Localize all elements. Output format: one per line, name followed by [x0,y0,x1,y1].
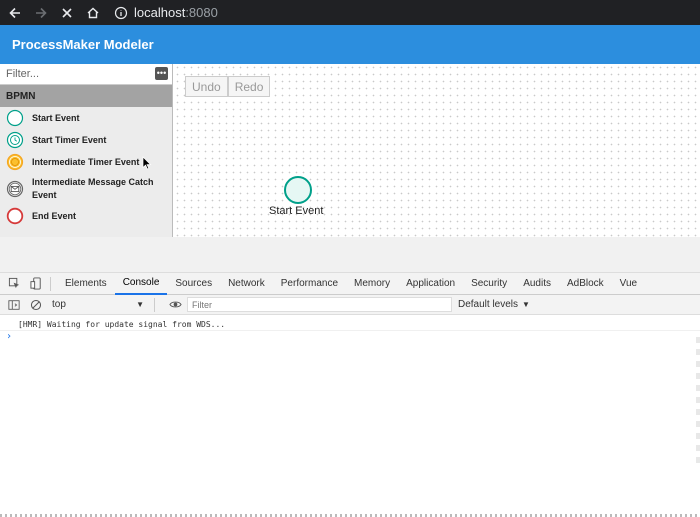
log-levels-dropdown[interactable]: Default levels ▼ [458,299,530,310]
devtools-panel: Elements Console Sources Network Perform… [0,237,700,517]
start-timer-event-icon [6,131,24,149]
intermediate-message-catch-event-icon [6,180,24,198]
control-item-intermediate-message-catch-event[interactable]: Intermediate Message Catch Event [0,173,172,205]
end-event-icon [6,207,24,225]
toolbar-separator [154,297,155,312]
control-item-label: Intermediate Timer Event [32,157,140,167]
clear-console-button[interactable] [28,297,44,313]
forward-button[interactable] [30,2,52,24]
control-item-label: Intermediate Message Catch Event [32,177,154,200]
tab-audits[interactable]: Audits [515,273,559,295]
console-toolbar: top ▼ Filter Default levels ▼ [0,295,700,315]
eye-icon [168,301,182,308]
tab-vue[interactable]: Vue [612,273,645,295]
filter-input[interactable] [0,64,150,84]
mouse-cursor-icon [142,156,152,170]
redo-button[interactable]: Redo [227,76,271,97]
arrow-right-icon [36,7,47,18]
live-expression-button[interactable] [167,297,183,313]
undo-redo-group: Undo Redo [185,76,271,97]
control-item-end-event[interactable]: End Event [0,205,172,227]
app-header: ProcessMaker Modeler [0,25,700,64]
tab-separator [50,276,51,291]
stop-button[interactable] [56,2,78,24]
tab-application[interactable]: Application [398,273,463,295]
clear-icon [30,299,42,310]
context-value: top [52,299,66,310]
start-event-node-label: Start Event [269,205,324,217]
app-title: ProcessMaker Modeler [12,37,154,52]
control-item-start-event[interactable]: Start Event [0,107,172,129]
filter-row: ••• [0,64,172,85]
info-icon [114,6,128,19]
url-text: localhost:8080 [134,5,218,20]
control-item-label: End Event [32,211,77,221]
devtools-divider [0,237,700,273]
devtools-tab-bar: Elements Console Sources Network Perform… [0,273,700,295]
address-bar[interactable]: localhost:8080 [114,3,218,23]
tab-adblock[interactable]: AdBlock [559,273,612,295]
console-prompt[interactable]: › [0,331,700,345]
ellipsis-icon: ••• [156,68,167,78]
sidebar-toggle-icon [8,299,20,310]
intermediate-timer-event-icon [6,153,24,171]
console-filter-input[interactable]: Filter [187,297,452,312]
tab-performance[interactable]: Performance [273,273,346,295]
start-event-icon [6,109,24,127]
control-item-label: Start Event [32,113,80,123]
dropdown-arrow-icon: ▼ [136,300,144,309]
arrow-left-icon [9,7,20,18]
console-scrollbar[interactable] [696,337,700,467]
category-label: BPMN [6,90,36,102]
control-item-label: Start Timer Event [32,135,107,145]
back-button[interactable] [4,2,26,24]
start-event-node[interactable] [284,176,312,204]
undo-button[interactable]: Undo [185,76,228,97]
tab-sources[interactable]: Sources [167,273,220,295]
log-levels-label: Default levels [458,299,519,310]
tab-memory[interactable]: Memory [346,273,398,295]
modeler-canvas[interactable]: Undo Redo Start Event [174,64,700,237]
context-selector[interactable]: top ▼ [48,297,148,313]
close-icon [62,7,72,18]
browser-toolbar: localhost:8080 [0,0,700,25]
home-icon [87,7,99,18]
tab-network[interactable]: Network [220,273,273,295]
device-icon [29,277,41,290]
controls-sidebar: ••• BPMN Start Event Start Timer Event I… [0,64,173,237]
tab-elements[interactable]: Elements [57,273,115,295]
home-button[interactable] [82,2,104,24]
inspect-icon [8,277,19,289]
control-item-start-timer-event[interactable]: Start Timer Event [0,129,172,151]
category-header[interactable]: BPMN [0,85,172,107]
more-options-button[interactable]: ••• [155,67,168,80]
tab-console[interactable]: Console [114,273,168,295]
tab-security[interactable]: Security [463,273,515,295]
console-output: [HMR] Waiting for update signal from WDS… [0,315,700,345]
inspect-element-button[interactable] [6,276,22,292]
show-sidebar-button[interactable] [6,297,22,313]
dropdown-arrow-icon: ▼ [522,300,530,309]
device-toolbar-button[interactable] [28,276,44,292]
console-log-line: [HMR] Waiting for update signal from WDS… [0,319,700,331]
